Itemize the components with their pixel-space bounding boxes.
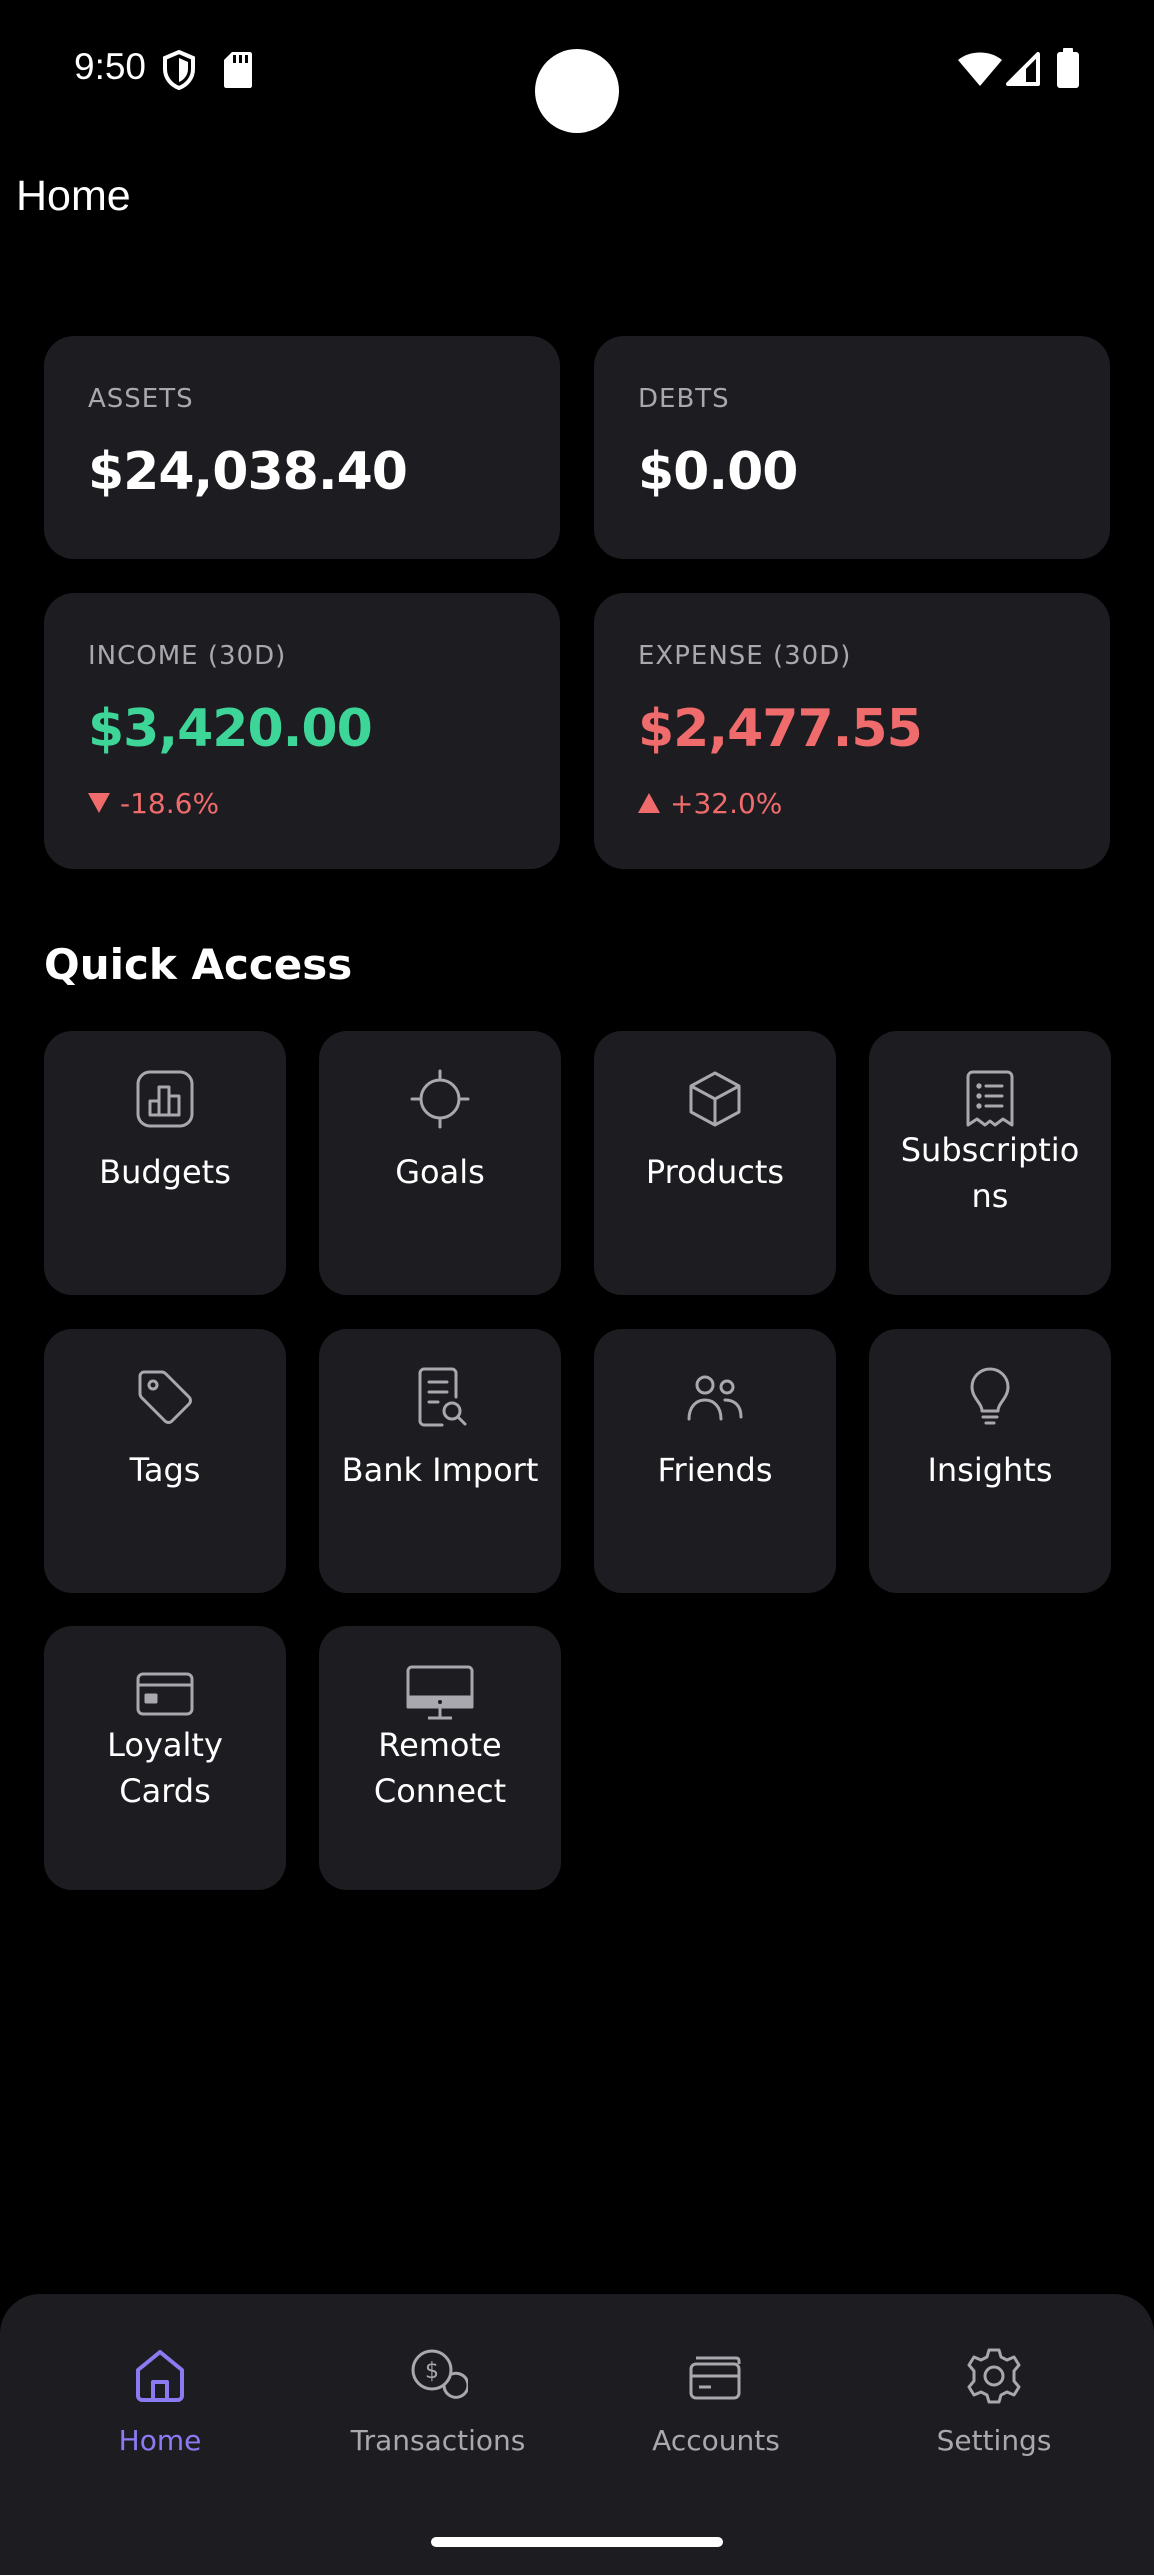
nav-transactions[interactable]: $ Transactions bbox=[318, 2324, 558, 2474]
assets-label: ASSETS bbox=[88, 384, 194, 414]
users-icon bbox=[685, 1367, 745, 1427]
quick-access-loyalty-cards[interactable]: Loyalty Cards bbox=[44, 1626, 286, 1890]
coins-icon: $ bbox=[408, 2346, 470, 2406]
quick-access-friends[interactable]: Friends bbox=[594, 1329, 836, 1593]
quick-access-label: Friends bbox=[657, 1451, 773, 1489]
quick-access-label: Remote Connect bbox=[373, 1726, 507, 1810]
expense-value: $2,477.55 bbox=[638, 699, 923, 759]
expense-label: EXPENSE (30D) bbox=[638, 641, 852, 671]
crosshair-icon bbox=[410, 1069, 470, 1129]
quick-access-products[interactable]: Products bbox=[594, 1031, 836, 1295]
nav-home[interactable]: Home bbox=[40, 2324, 280, 2474]
income-card[interactable]: INCOME (30D) $3,420.00 -18.6% bbox=[44, 593, 560, 869]
trend-down-icon bbox=[88, 787, 110, 820]
quick-access-title: Quick Access bbox=[44, 940, 353, 989]
income-change-value: -18.6% bbox=[120, 787, 220, 820]
credit-card-icon bbox=[135, 1664, 195, 1724]
expense-card[interactable]: EXPENSE (30D) $2,477.55 +32.0% bbox=[594, 593, 1110, 869]
nav-accounts[interactable]: Accounts bbox=[596, 2324, 836, 2474]
nav-accounts-label: Accounts bbox=[652, 2424, 780, 2457]
box-icon bbox=[685, 1069, 745, 1129]
income-value: $3,420.00 bbox=[88, 699, 373, 759]
shield-icon bbox=[162, 49, 196, 95]
quick-access-bank-import[interactable]: Bank Import bbox=[319, 1329, 561, 1593]
home-indicator[interactable] bbox=[431, 2537, 723, 2547]
quick-access-label: Loyalty Cards bbox=[107, 1726, 223, 1810]
camera-cutout bbox=[535, 49, 619, 133]
assets-value: $24,038.40 bbox=[88, 442, 408, 502]
nav-transactions-label: Transactions bbox=[350, 2424, 526, 2457]
quick-access-label: Bank Import bbox=[341, 1451, 539, 1489]
income-label: INCOME (30D) bbox=[88, 641, 287, 671]
receipt-icon bbox=[960, 1069, 1020, 1129]
gear-icon bbox=[964, 2346, 1024, 2406]
status-time: 9:50 bbox=[74, 46, 147, 87]
status-bar: 9:50 bbox=[0, 0, 1154, 140]
quick-access-label: Budgets bbox=[99, 1153, 231, 1191]
quick-access-label: Subscriptions bbox=[900, 1131, 1080, 1215]
svg-text:$: $ bbox=[425, 2359, 439, 2384]
wifi-icon bbox=[958, 52, 1002, 91]
quick-access-budgets[interactable]: Budgets bbox=[44, 1031, 286, 1295]
quick-access-insights[interactable]: Insights bbox=[869, 1329, 1111, 1593]
quick-access-label: Goals bbox=[395, 1153, 485, 1191]
assets-card[interactable]: ASSETS $24,038.40 bbox=[44, 336, 560, 559]
bottom-navigation: Home $ Transactions Accounts Settings bbox=[0, 2294, 1154, 2575]
tag-icon bbox=[135, 1367, 195, 1427]
expense-change: +32.0% bbox=[638, 787, 782, 820]
quick-access-goals[interactable]: Goals bbox=[319, 1031, 561, 1295]
debts-label: DEBTS bbox=[638, 384, 730, 414]
nav-settings-label: Settings bbox=[936, 2424, 1052, 2457]
signal-icon bbox=[1006, 52, 1040, 91]
debts-value: $0.00 bbox=[638, 442, 798, 502]
monitor-icon bbox=[406, 1664, 474, 1724]
nav-home-label: Home bbox=[118, 2424, 202, 2457]
quick-access-tags[interactable]: Tags bbox=[44, 1329, 286, 1593]
lightbulb-icon bbox=[960, 1367, 1020, 1427]
quick-access-subscriptions[interactable]: Subscriptions bbox=[869, 1031, 1111, 1295]
nav-settings[interactable]: Settings bbox=[874, 2324, 1114, 2474]
battery-icon bbox=[1057, 48, 1079, 93]
trend-up-icon bbox=[638, 787, 660, 820]
income-change: -18.6% bbox=[88, 787, 219, 820]
wallet-icon bbox=[686, 2346, 746, 2406]
bar-chart-icon bbox=[135, 1069, 195, 1129]
quick-access-label: Insights bbox=[927, 1451, 1053, 1489]
debts-card[interactable]: DEBTS $0.00 bbox=[594, 336, 1110, 559]
quick-access-remote-connect[interactable]: Remote Connect bbox=[319, 1626, 561, 1890]
expense-change-value: +32.0% bbox=[670, 787, 783, 820]
quick-access-label: Tags bbox=[129, 1451, 201, 1489]
page-title: Home bbox=[16, 172, 131, 220]
quick-access-label: Products bbox=[645, 1153, 785, 1191]
document-search-icon bbox=[410, 1367, 470, 1427]
home-icon bbox=[130, 2346, 190, 2406]
sd-card-icon bbox=[224, 52, 252, 93]
